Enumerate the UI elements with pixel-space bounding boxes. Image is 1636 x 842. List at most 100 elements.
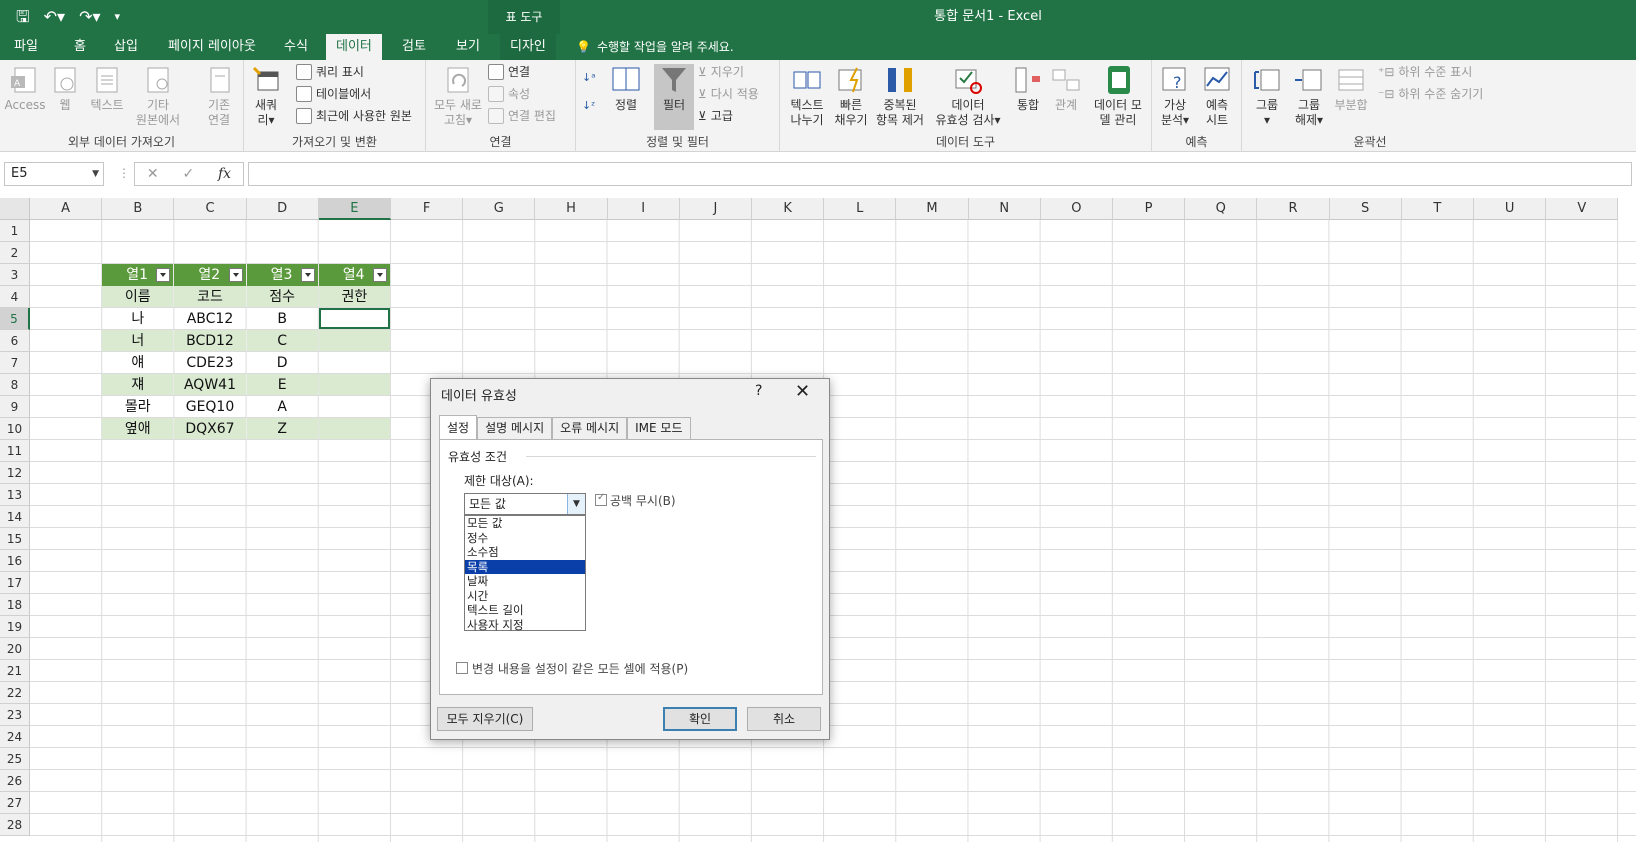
table-cell[interactable]: 코드 [174,286,246,307]
edit-links-button[interactable]: 연결 편집 [488,106,556,126]
show-detail-button[interactable]: ⁺⊟ 하위 수준 표시 [1378,62,1472,82]
tab-data[interactable]: 데이터 [326,34,382,60]
table-cell[interactable]: 몰라 [102,396,173,417]
row-header[interactable]: 17 [0,572,30,594]
tab-file[interactable]: 파일 [4,34,48,60]
column-header[interactable]: G [463,198,536,220]
clear-filter-button[interactable]: ⊻ 지우기 [698,62,744,82]
table-cell[interactable]: CDE23 [174,352,245,373]
apply-all-checkbox[interactable] [456,662,468,674]
reapply-button[interactable]: ⊻ 다시 적용 [698,84,759,104]
name-box[interactable]: E5 ▼ [4,162,104,186]
table-cell[interactable] [318,418,390,439]
tab-ime-mode[interactable]: IME 모드 [627,417,691,439]
insert-function-icon[interactable]: fx [218,166,231,182]
table-cell[interactable]: BCD12 [174,330,246,351]
what-if-button[interactable]: ? 가상 분석▾ [1154,64,1196,128]
row-header[interactable]: 7 [0,352,30,374]
help-icon[interactable]: ? [755,383,762,399]
column-header[interactable]: R [1257,198,1330,220]
row-header[interactable]: 12 [0,462,30,484]
filter-dropdown-icon[interactable] [156,268,171,282]
refresh-all-button[interactable]: 모두 새로 고침▾ [430,64,486,128]
text-to-columns-button[interactable]: 텍스트 나누기 [784,64,830,128]
tab-formulas[interactable]: 수식 [274,34,318,60]
tab-settings[interactable]: 설정 [439,415,478,439]
chevron-down-icon[interactable]: ▼ [567,494,585,514]
tab-input-message[interactable]: 설명 메시지 [477,417,553,439]
row-header[interactable]: 23 [0,704,30,726]
column-header[interactable]: T [1401,198,1474,220]
close-icon[interactable]: ✕ [795,381,810,402]
clear-all-button[interactable]: 모두 지우기(C) [437,707,533,731]
row-header[interactable]: 27 [0,792,30,814]
column-header[interactable]: E [318,198,391,220]
row-header[interactable]: 26 [0,770,30,792]
row-header[interactable]: 20 [0,638,30,660]
column-header[interactable]: D [246,198,319,220]
table-cell[interactable]: D [247,352,318,373]
formula-input[interactable] [248,162,1632,186]
column-header[interactable]: H [535,198,608,220]
sort-asc-button[interactable]: ↓ᵃ [582,68,596,88]
column-header[interactable]: O [1040,198,1113,220]
new-query-button[interactable]: 새쿼 리▾ [248,64,284,128]
tab-review[interactable]: 검토 [392,34,436,60]
ungroup-button[interactable]: 그룹 해제▾ [1288,64,1330,128]
remove-duplicates-button[interactable]: 중복된 항목 제거 [872,64,928,128]
allow-option[interactable]: 텍스트 길이 [465,603,585,618]
row-header[interactable]: 18 [0,594,30,616]
column-header[interactable]: B [102,198,175,220]
table-cell[interactable]: 나 [102,308,173,329]
allow-option[interactable]: 정수 [465,531,585,546]
row-header[interactable]: 10 [0,418,30,440]
row-header[interactable]: 6 [0,330,30,352]
table-cell[interactable] [318,308,390,329]
sort-button[interactable]: 정렬 [606,64,646,113]
table-cell[interactable] [318,330,390,351]
ignore-blank-checkbox[interactable] [595,492,607,506]
allow-select[interactable]: 모든 값 ▼ [464,493,586,515]
row-header[interactable]: 8 [0,374,30,396]
table-cell[interactable]: 권한 [318,286,390,307]
filter-dropdown-icon[interactable] [372,268,387,282]
table-header-cell[interactable]: 열3 [246,264,318,286]
forecast-sheet-button[interactable]: 예측 시트 [1196,64,1238,128]
column-header[interactable]: L [824,198,897,220]
relationships-button[interactable]: 관계 [1048,64,1084,113]
column-header[interactable]: S [1329,198,1402,220]
row-header[interactable]: 15 [0,528,30,550]
group-button[interactable]: 그룹 ▾ [1246,64,1288,128]
table-header-cell[interactable]: 열4 [318,264,390,286]
row-header[interactable]: 25 [0,748,30,770]
select-all-corner[interactable] [0,198,30,220]
column-header[interactable]: J [679,198,752,220]
row-header[interactable]: 22 [0,682,30,704]
table-cell[interactable] [319,396,390,417]
table-cell[interactable] [318,374,390,395]
column-header[interactable]: Q [1185,198,1258,220]
tell-me-box[interactable]: 💡 수행할 작업을 알려 주세요. [576,34,734,60]
row-header[interactable]: 4 [0,286,30,308]
table-cell[interactable]: E [246,374,318,395]
table-cell[interactable]: 쟤 [102,374,174,395]
allow-option[interactable]: 사용자 지정 [465,618,585,633]
table-cell[interactable]: 점수 [246,286,318,307]
existing-connections-button[interactable]: 기존 연결 [196,64,242,128]
allow-option[interactable]: 날짜 [465,574,585,589]
recent-sources-button[interactable]: 최근에 사용한 원본 [296,106,412,126]
confirm-entry-icon[interactable]: ✓ [182,166,194,182]
cancel-entry-icon[interactable]: ✕ [147,166,159,182]
web-button[interactable]: 웹 [42,64,88,113]
column-header[interactable]: V [1546,198,1619,220]
table-cell[interactable]: A [247,396,318,417]
ok-button[interactable]: 확인 [663,707,737,731]
row-header[interactable]: 28 [0,814,30,836]
subtotal-button[interactable]: 부분합 [1330,64,1372,113]
table-cell[interactable]: AQW41 [174,374,246,395]
table-cell[interactable]: 너 [102,330,174,351]
row-header[interactable]: 11 [0,440,30,462]
allow-option[interactable]: 소수점 [465,545,585,560]
allow-option[interactable]: 모든 값 [465,516,585,531]
row-header[interactable]: 24 [0,726,30,748]
